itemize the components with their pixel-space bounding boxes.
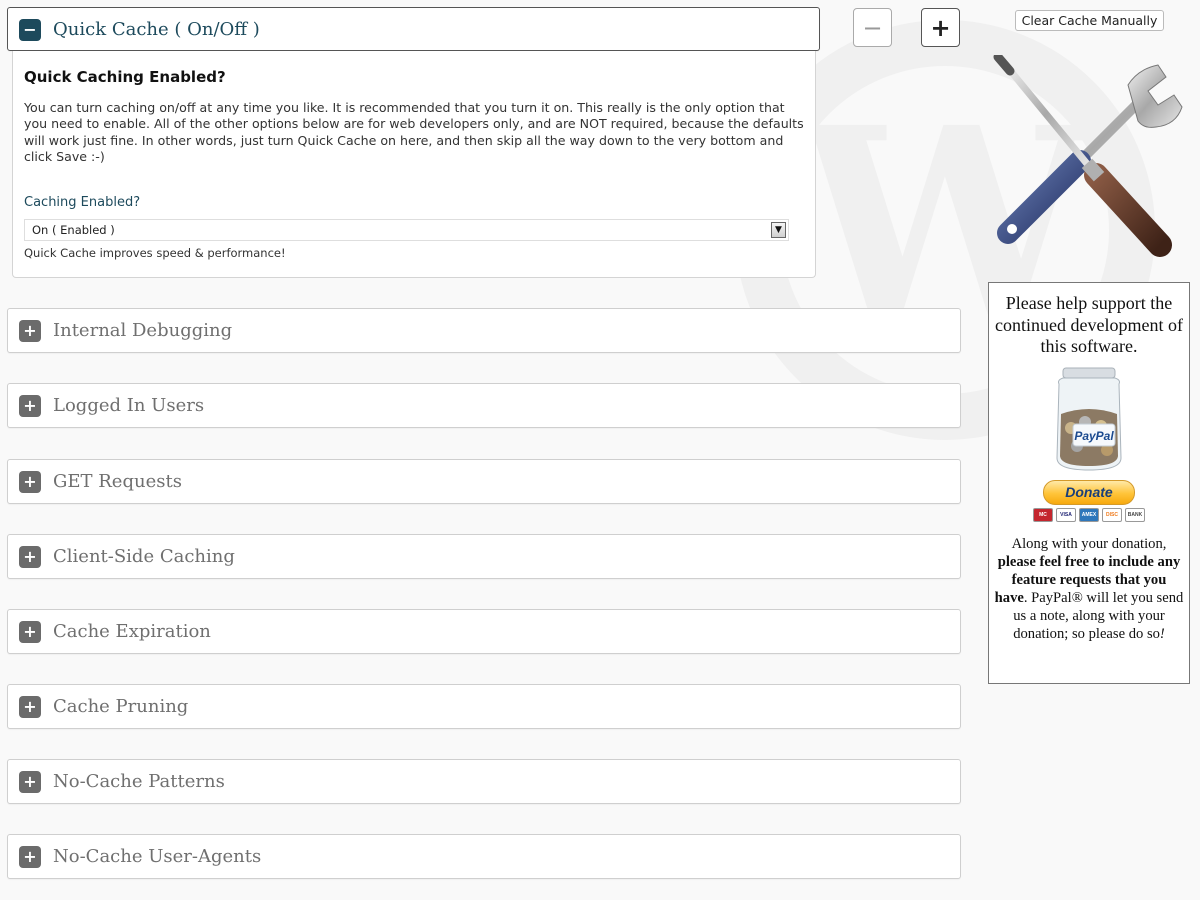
panel-header[interactable]: + No-Cache User-Agents bbox=[8, 835, 960, 878]
donation-note-part: . PayPal® will let you send us a note, a… bbox=[1013, 589, 1184, 642]
payment-cards: MC VISA AMEX DISC BANK bbox=[989, 507, 1189, 522]
panel-header[interactable]: + Cache Expiration bbox=[8, 610, 960, 653]
expand-panel-icon[interactable]: + bbox=[19, 545, 41, 568]
panel-title: Internal Debugging bbox=[53, 320, 233, 341]
expand-panel-icon[interactable]: + bbox=[19, 620, 41, 643]
panel-no-cache-patterns: + No-Cache Patterns bbox=[7, 759, 961, 804]
panel-title: Client-Side Caching bbox=[53, 546, 235, 567]
select-value: On ( Enabled ) bbox=[32, 223, 115, 238]
expand-panel-icon[interactable]: + bbox=[19, 770, 41, 793]
panel-internal-debugging: + Internal Debugging bbox=[7, 308, 961, 353]
dropdown-arrow-icon[interactable]: ▼ bbox=[771, 222, 786, 239]
expand-panel-icon[interactable]: + bbox=[19, 845, 41, 868]
section-description: You can turn caching on/off at any time … bbox=[24, 100, 804, 164]
panel-title: GET Requests bbox=[53, 471, 182, 492]
visa-icon: VISA bbox=[1056, 507, 1076, 522]
jar-label: PayPal bbox=[1074, 429, 1114, 443]
panel-header[interactable]: + Internal Debugging bbox=[8, 309, 960, 352]
donation-note-end: ! bbox=[1159, 625, 1165, 642]
panel-title: No-Cache User-Agents bbox=[53, 846, 262, 867]
expand-all-button[interactable]: + bbox=[921, 8, 960, 47]
panel-get-requests: + GET Requests bbox=[7, 459, 961, 504]
expand-panel-icon[interactable]: + bbox=[19, 470, 41, 493]
caching-enabled-label: Caching Enabled? bbox=[24, 195, 141, 211]
collapse-all-button[interactable]: − bbox=[853, 8, 892, 47]
panel-logged-in-users: + Logged In Users bbox=[7, 383, 961, 428]
collapse-panel-icon[interactable]: − bbox=[19, 18, 41, 41]
panel-title: Logged In Users bbox=[53, 395, 205, 416]
panel-quick-cache: − Quick Cache ( On/Off ) bbox=[7, 7, 820, 51]
panel-quick-cache-body: Quick Caching Enabled? You can turn cach… bbox=[12, 51, 816, 278]
panel-title: Cache Pruning bbox=[53, 696, 189, 717]
wrench-icon bbox=[997, 64, 1183, 244]
panel-title: Quick Cache ( On/Off ) bbox=[53, 19, 260, 40]
section-heading: Quick Caching Enabled? bbox=[24, 68, 226, 86]
screwdriver-wrench-icon bbox=[993, 55, 1183, 257]
panel-header[interactable]: + Cache Pruning bbox=[8, 685, 960, 728]
caching-enabled-select[interactable]: On ( Enabled ) ▼ bbox=[24, 219, 789, 242]
donation-note: Along with your donation, please feel fr… bbox=[989, 535, 1189, 643]
paypal-jar-icon: PayPal bbox=[1056, 367, 1122, 471]
panel-header[interactable]: + No-Cache Patterns bbox=[8, 760, 960, 803]
donation-heading: Please help support the continued develo… bbox=[995, 293, 1183, 356]
panel-quick-cache-header[interactable]: − Quick Cache ( On/Off ) bbox=[8, 8, 819, 51]
panel-title: Cache Expiration bbox=[53, 621, 211, 642]
panel-header[interactable]: + GET Requests bbox=[8, 460, 960, 503]
clear-cache-button[interactable]: Clear Cache Manually bbox=[1015, 10, 1164, 31]
panel-header[interactable]: + Client-Side Caching bbox=[8, 535, 960, 578]
panel-header[interactable]: + Logged In Users bbox=[8, 384, 960, 427]
bank-icon: BANK bbox=[1125, 507, 1145, 522]
field-note: Quick Cache improves speed & performance… bbox=[24, 246, 286, 261]
donation-note-part: Along with your donation, bbox=[1011, 535, 1167, 552]
donation-box: Please help support the continued develo… bbox=[988, 282, 1190, 684]
mastercard-icon: MC bbox=[1033, 507, 1053, 522]
panel-client-side-caching: + Client-Side Caching bbox=[7, 534, 961, 579]
donate-button[interactable]: Donate bbox=[1043, 479, 1135, 505]
discover-icon: DISC bbox=[1102, 507, 1122, 522]
expand-panel-icon[interactable]: + bbox=[19, 695, 41, 718]
expand-panel-icon[interactable]: + bbox=[19, 394, 41, 417]
panel-no-cache-user-agents: + No-Cache User-Agents bbox=[7, 834, 961, 879]
panel-cache-expiration: + Cache Expiration bbox=[7, 609, 961, 654]
expand-panel-icon[interactable]: + bbox=[19, 319, 41, 342]
panel-title: No-Cache Patterns bbox=[53, 771, 225, 792]
amex-icon: AMEX bbox=[1079, 507, 1099, 522]
panel-cache-pruning: + Cache Pruning bbox=[7, 684, 961, 729]
